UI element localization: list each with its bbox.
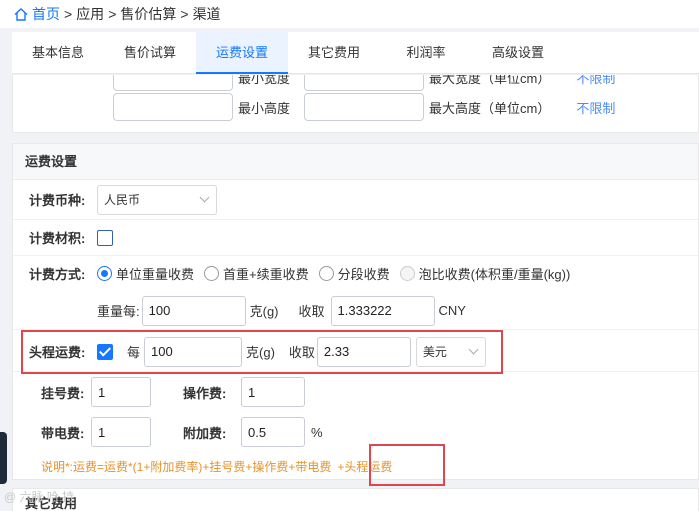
tab-other-fees[interactable]: 其它费用 <box>288 32 380 73</box>
min-height-input[interactable] <box>113 93 233 121</box>
breadcrumb-separator: > <box>64 6 73 22</box>
radio-icon <box>399 265 415 281</box>
method-radio-unit-weight[interactable]: 单位重量收费 <box>97 264 194 283</box>
height-no-limit-link[interactable]: 不限制 <box>576 98 615 117</box>
weight-label: 重量每: <box>97 304 140 319</box>
currency-select[interactable]: 人民币 <box>97 184 217 215</box>
min-width-input[interactable] <box>113 75 233 91</box>
home-icon <box>14 7 28 21</box>
weight-unit: 克(g) <box>249 304 279 319</box>
watermark: @ 六脉 哈 持 <box>4 490 75 504</box>
formula-highlight-box <box>369 444 445 486</box>
tab-price-trial[interactable]: 售价试算 <box>104 32 196 73</box>
chevron-down-icon <box>199 192 210 203</box>
breadcrumb-item[interactable]: 应用 <box>76 4 104 24</box>
charge-label: 收取 <box>298 304 325 319</box>
method-radio-volumetric: 泡比收费(体积重/重量(kg)) <box>399 264 571 283</box>
radio-label: 首重+续重收费 <box>223 266 309 282</box>
shipping-settings-section: 运费设置 计费币种: 人民币 计费材积: 计费方式: 单位重量收费 首重+续重收… <box>12 143 699 486</box>
side-collapse-handle[interactable] <box>0 432 7 484</box>
min-width-label: 最小宽度 <box>238 75 291 86</box>
surcharge-unit: % <box>311 424 323 440</box>
battery-fee-input[interactable]: 1 <box>91 417 151 447</box>
fees-row-2: 带电费: 1 附加费: 0.5 % <box>13 416 699 448</box>
max-width-input[interactable] <box>304 75 425 91</box>
breadcrumb-home-label: 首页 <box>32 6 60 22</box>
currency-value: 人民币 <box>104 193 141 207</box>
radio-icon <box>97 265 112 281</box>
tab-profit-rate[interactable]: 利润率 <box>380 32 472 73</box>
tab-shipping-settings[interactable]: 运费设置 <box>196 32 288 74</box>
radio-icon <box>204 265 220 281</box>
dimension-panel: 最小宽度 最大宽度（单位cm） 不限制 最小高度 最大高度（单位cm） 不限制 <box>12 75 699 133</box>
method-radio-segmented[interactable]: 分段收费 <box>318 264 390 283</box>
width-no-limit-link[interactable]: 不限制 <box>576 75 615 87</box>
method-row: 计费方式: 单位重量收费 首重+续重收费 分段收费 泡比收费(体积重/重量(kg… <box>13 258 699 288</box>
charge-input[interactable]: 1.333222 <box>330 295 435 326</box>
currency-row: 计费币种: 人民币 <box>13 180 699 220</box>
register-fee-input[interactable]: 1 <box>91 377 151 407</box>
tab-basic-info[interactable]: 基本信息 <box>12 32 104 73</box>
operation-fee-label: 操作费: <box>183 385 227 401</box>
max-height-input[interactable] <box>304 93 425 121</box>
width-row: 最小宽度 最大宽度（单位cm） 不限制 <box>113 75 615 91</box>
fees-row-1: 挂号费: 1 操作费: 1 <box>13 376 699 408</box>
charge-currency: CNY <box>438 303 466 318</box>
min-height-label: 最小高度 <box>238 100 291 116</box>
method-label: 计费方式: <box>29 266 86 282</box>
material-checkbox[interactable] <box>97 229 113 246</box>
weight-input[interactable]: 100 <box>141 295 246 326</box>
other-fees-section-title: 其它费用 <box>12 488 699 511</box>
breadcrumb-item[interactable]: 售价估算 <box>120 4 176 24</box>
radio-label: 泡比收费(体积重/重量(kg)) <box>418 266 571 282</box>
tab-bar: 基本信息 售价试算 运费设置 其它费用 利润率 高级设置 <box>12 32 699 74</box>
breadcrumb-home[interactable]: 首页 <box>14 4 60 24</box>
first-leg-highlight-box <box>21 330 503 374</box>
radio-icon <box>318 265 334 281</box>
weight-row: 重量每: 100 克(g) 收取 1.333222 CNY <box>13 292 699 330</box>
breadcrumb-separator: > <box>108 6 117 22</box>
radio-label: 单位重量收费 <box>116 266 195 282</box>
surcharge-label: 附加费: <box>183 425 227 441</box>
surcharge-input[interactable]: 0.5 <box>241 417 305 447</box>
method-radio-first-continued[interactable]: 首重+续重收费 <box>204 264 309 283</box>
breadcrumb-separator: > <box>180 6 189 22</box>
tab-advanced[interactable]: 高级设置 <box>472 32 564 73</box>
max-width-label: 最大宽度（单位cm） <box>429 75 551 86</box>
operation-fee-input[interactable]: 1 <box>241 377 305 407</box>
register-fee-label: 挂号费: <box>41 385 85 401</box>
currency-label: 计费币种: <box>29 193 86 208</box>
material-label: 计费材积: <box>29 231 86 246</box>
section-title: 运费设置 <box>13 144 698 180</box>
max-height-label: 最大高度（单位cm） <box>429 100 551 116</box>
formula-text: 说明*:运费=运费*(1+附加费率)+挂号费+操作费+带电费 <box>41 459 332 474</box>
battery-fee-label: 带电费: <box>41 425 85 441</box>
radio-label: 分段收费 <box>337 266 390 282</box>
height-row: 最小高度 最大高度（单位cm） 不限制 <box>113 93 615 121</box>
material-row: 计费材积: <box>13 220 699 256</box>
formula-note: 说明*:运费=运费*(1+附加费率)+挂号费+操作费+带电费 +头程运费 <box>13 454 699 478</box>
breadcrumb-current: 渠道 <box>192 6 221 22</box>
breadcrumb: 首页 > 应用 > 售价估算 > 渠道 <box>0 0 699 28</box>
